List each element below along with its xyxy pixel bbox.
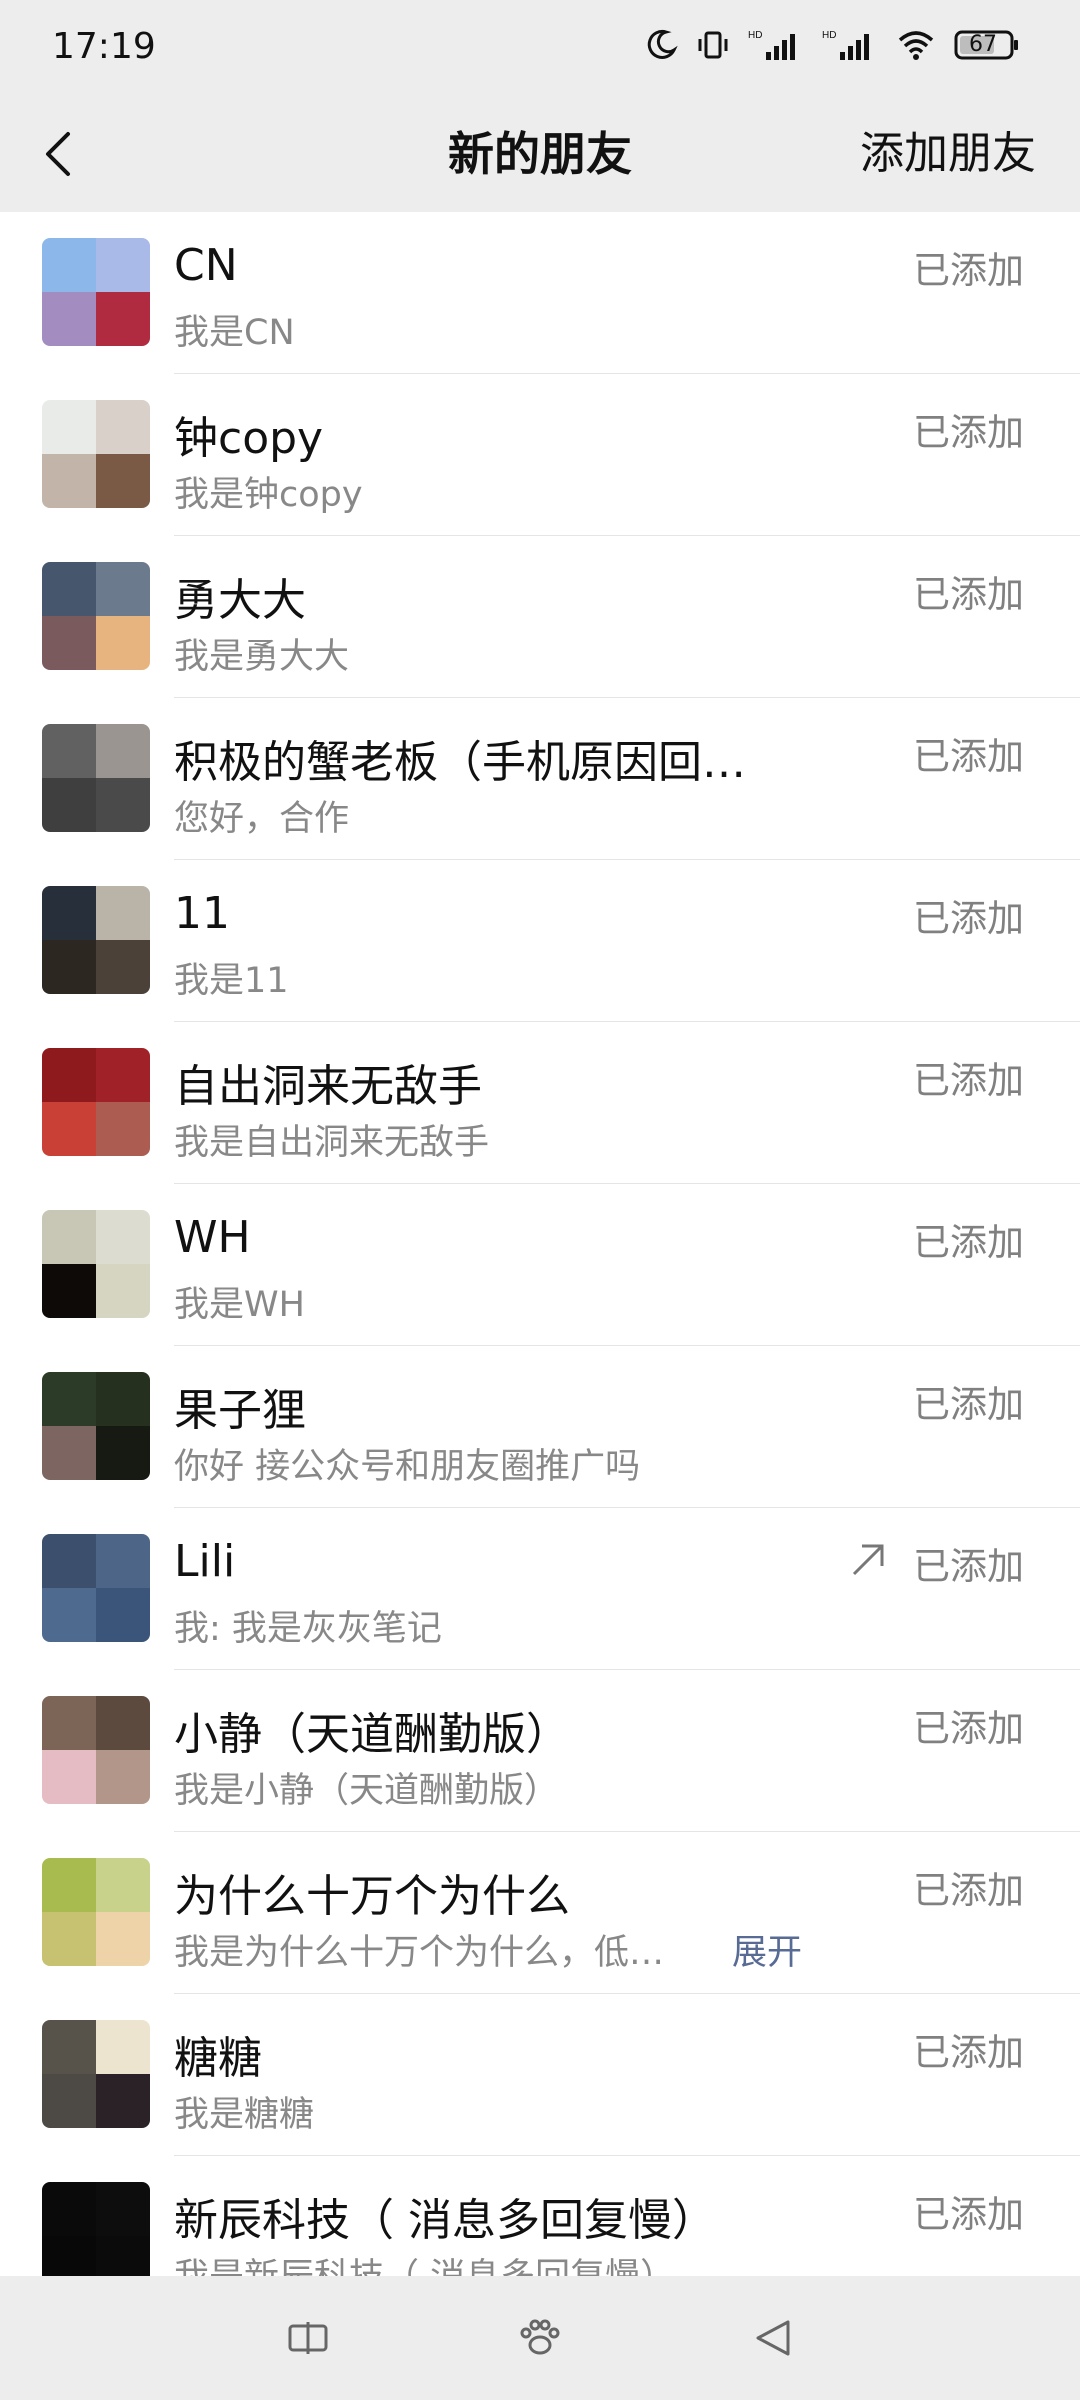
added-status: 已添加 <box>913 897 1024 940</box>
added-status: 已添加 <box>913 573 1024 616</box>
avatar <box>42 1696 150 1804</box>
avatar <box>42 400 150 508</box>
friend-name: 钟copy <box>174 413 324 464</box>
avatar <box>42 1858 150 1966</box>
added-status: 已添加 <box>913 1869 1024 1912</box>
avatar <box>42 1048 150 1156</box>
friend-request-list: CN 我是CN 已添加 钟copy 我是钟copy 已添加 勇大大 我是勇大大 … <box>0 212 1080 2318</box>
added-status: 已添加 <box>913 2193 1024 2236</box>
friend-message: 我是钟copy <box>174 475 363 515</box>
friend-row[interactable]: CN 我是CN 已添加 <box>0 212 1080 374</box>
added-status: 已添加 <box>913 1383 1024 1426</box>
friend-message: 我: 我是灰灰笔记 <box>174 1609 442 1649</box>
arrow-up-right-icon[interactable] <box>846 1538 890 1582</box>
avatar <box>42 1534 150 1642</box>
friend-row[interactable]: 勇大大 我是勇大大 已添加 <box>0 536 1080 698</box>
friend-name: 糖糖 <box>174 2033 262 2084</box>
battery-icon: 67 <box>954 29 1020 61</box>
paw-home-icon[interactable] <box>516 2314 564 2362</box>
friend-message: 我是CN <box>174 313 295 353</box>
status-icons: HD HD 67 <box>644 28 1020 62</box>
friend-name: 新辰科技（ 消息多回复慢） <box>174 2195 716 2246</box>
friend-message: 您好，合作 <box>174 799 350 839</box>
avatar <box>42 238 150 346</box>
system-nav-bar <box>0 2276 1080 2400</box>
friend-message: 我是自出洞来无敌手 <box>174 1123 490 1163</box>
added-status: 已添加 <box>913 735 1024 778</box>
added-status: 已添加 <box>913 249 1024 292</box>
friend-name: CN <box>174 240 238 291</box>
expand-link[interactable]: 展开 <box>732 1924 802 1975</box>
wifi-icon <box>898 31 934 60</box>
friend-row[interactable]: 11 我是11 已添加 <box>0 860 1080 1022</box>
friend-name: WH <box>174 1212 251 1263</box>
avatar <box>42 1372 150 1480</box>
added-status: 已添加 <box>913 1545 1024 1588</box>
friend-message: 我是勇大大 <box>174 637 350 677</box>
friend-row[interactable]: 积极的蟹老板（手机原因回… 您好，合作 已添加 <box>0 698 1080 860</box>
friend-message: 我是11 <box>174 961 289 1001</box>
friend-message: 你好 接公众号和朋友圈推广吗 <box>174 1447 641 1487</box>
friend-row[interactable]: WH 我是WH 已添加 <box>0 1184 1080 1346</box>
moon-icon <box>647 29 678 59</box>
friend-name: 为什么十万个为什么 <box>174 1871 570 1922</box>
svg-text:HD: HD <box>822 30 836 41</box>
nav-bar: 新的朋友 添加朋友 <box>0 96 1080 212</box>
status-time: 17:19 <box>52 26 156 67</box>
friend-message: 我是糖糖 <box>174 2095 315 2135</box>
friend-row[interactable]: Lili 我: 我是灰灰笔记 已添加 <box>0 1508 1080 1670</box>
friend-message: 我是WH <box>174 1285 305 1325</box>
friend-row[interactable]: 钟copy 我是钟copy 已添加 <box>0 374 1080 536</box>
battery-level: 67 <box>969 32 997 57</box>
vibrate-icon <box>698 31 728 59</box>
friend-row[interactable]: 糖糖 我是糖糖 已添加 <box>0 1994 1080 2156</box>
avatar <box>42 2182 150 2290</box>
friend-message: 我是小静（天道酬勤版） <box>174 1771 560 1811</box>
friend-row[interactable]: 果子狸 你好 接公众号和朋友圈推广吗 已添加 <box>0 1346 1080 1508</box>
added-status: 已添加 <box>913 411 1024 454</box>
recent-apps-icon[interactable] <box>284 2314 332 2362</box>
triangle-back-icon[interactable] <box>750 2314 798 2362</box>
status-bar: 17:19 HD HD 67 <box>0 0 1080 96</box>
friend-name: 小静（天道酬勤版） <box>174 1709 570 1760</box>
add-friend-button[interactable]: 添加朋友 <box>860 96 1036 212</box>
friend-row[interactable]: 小静（天道酬勤版） 我是小静（天道酬勤版） 已添加 <box>0 1670 1080 1832</box>
friend-name: 果子狸 <box>174 1385 306 1436</box>
added-status: 已添加 <box>913 1059 1024 1102</box>
avatar <box>42 886 150 994</box>
friend-name: 积极的蟹老板（手机原因回… <box>174 737 746 788</box>
friend-name: Lili <box>174 1536 236 1587</box>
avatar <box>42 562 150 670</box>
added-status: 已添加 <box>913 1707 1024 1750</box>
signal-icon-1: HD <box>748 30 795 60</box>
friend-row[interactable]: 为什么十万个为什么 我是为什么十万个为什么，低… 展开 已添加 <box>0 1832 1080 1994</box>
avatar <box>42 1210 150 1318</box>
added-status: 已添加 <box>913 2031 1024 2074</box>
svg-text:HD: HD <box>748 30 762 41</box>
friend-name: 勇大大 <box>174 575 306 626</box>
added-status: 已添加 <box>913 1221 1024 1264</box>
friend-name: 11 <box>174 888 230 939</box>
signal-icon-2: HD <box>822 30 869 60</box>
avatar <box>42 724 150 832</box>
avatar <box>42 2020 150 2128</box>
friend-message: 我是为什么十万个为什么，低… <box>174 1933 665 1973</box>
friend-row[interactable]: 自出洞来无敌手 我是自出洞来无敌手 已添加 <box>0 1022 1080 1184</box>
friend-name: 自出洞来无敌手 <box>174 1061 482 1112</box>
